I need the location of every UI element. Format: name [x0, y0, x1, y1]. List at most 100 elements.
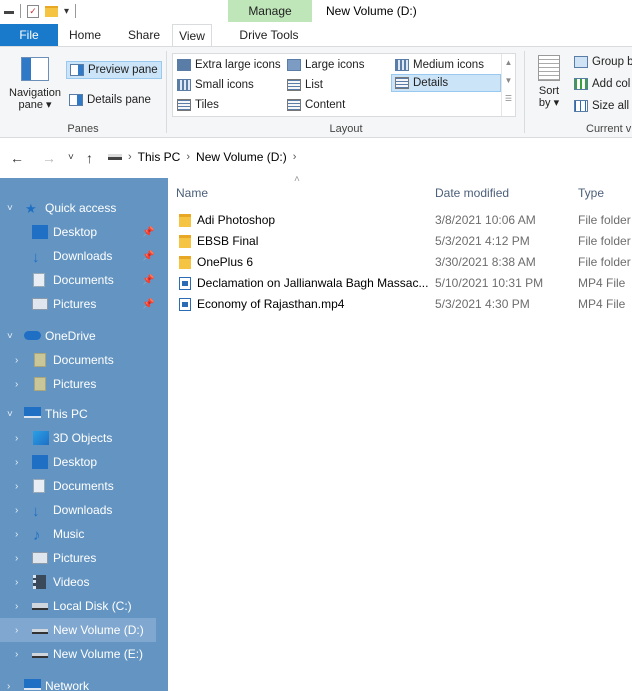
pin-icon[interactable]: 📌 [142, 227, 154, 238]
size-all-columns-button[interactable]: Size all [574, 97, 629, 115]
tab-drive-tools[interactable]: Drive Tools [230, 24, 308, 46]
navigation-pane-button[interactable]: Navigation pane ▾ [4, 53, 66, 119]
column-header-type[interactable]: Type [578, 186, 604, 200]
up-arrow-icon[interactable]: ↑ [86, 150, 93, 166]
small-icons-label: Small icons [195, 79, 254, 91]
nav-new-volume-d[interactable]: › New Volume (D:) [0, 618, 156, 642]
pin-icon[interactable]: 📌 [142, 251, 154, 262]
nav-quick-pictures[interactable]: Pictures 📌 [0, 292, 168, 316]
customize-toolbar-icon[interactable]: ▾ [64, 6, 69, 17]
tab-home[interactable]: Home [64, 24, 106, 46]
list-button[interactable]: List [287, 76, 323, 94]
download-arrow-icon: ↓ [32, 249, 40, 266]
medium-icons-button[interactable]: Medium icons [395, 56, 484, 74]
tiles-button[interactable]: Tiles [177, 96, 219, 114]
expanded-chevron-icon[interactable]: ˅ [7, 331, 13, 342]
chevron-right-icon[interactable]: › [293, 151, 297, 163]
preview-pane-button[interactable]: Preview pane [66, 61, 162, 79]
extra-large-icons-button[interactable]: Extra large icons [177, 56, 281, 74]
manage-contextual-tab[interactable]: Manage [228, 0, 312, 22]
collapsed-chevron-icon[interactable]: › [15, 355, 18, 366]
properties-icon[interactable]: ✓ [27, 4, 39, 18]
group-by-button[interactable]: Group b [574, 53, 632, 71]
collapsed-chevron-icon[interactable]: › [15, 481, 18, 492]
breadcrumb[interactable]: › This PC › New Volume (D:) › [108, 150, 296, 164]
current-view-group-label: Current v [586, 123, 632, 135]
tab-file[interactable]: File [0, 24, 58, 46]
pictures-icon [32, 298, 48, 310]
nav-new-volume-e[interactable]: › New Volume (E:) [0, 642, 168, 666]
nav-onedrive-documents[interactable]: › Documents [0, 348, 168, 372]
quick-access-toolbar: ✓ ▾ [4, 4, 77, 18]
nav-this-pc[interactable]: ˅ This PC [0, 402, 168, 426]
large-icons-button[interactable]: Large icons [287, 56, 364, 74]
small-icons-button[interactable]: Small icons [177, 76, 254, 94]
details-view-label: Details [413, 77, 449, 89]
scroll-down-icon[interactable]: ▼ [502, 72, 515, 90]
nav-videos[interactable]: › Videos [0, 570, 168, 594]
collapsed-chevron-icon[interactable]: › [15, 529, 18, 540]
collapsed-chevron-icon[interactable]: › [15, 457, 18, 468]
file-row[interactable]: Economy of Rajasthan.mp4 5/3/2021 4:30 P… [168, 294, 632, 315]
nav-documents[interactable]: › Documents [0, 474, 168, 498]
layout-gallery-scroller[interactable]: ▲ ▼ ☰ [501, 54, 515, 116]
collapsed-chevron-icon[interactable]: › [15, 625, 18, 636]
nav-quick-desktop[interactable]: Desktop 📌 [0, 220, 168, 244]
content-button[interactable]: Content [287, 96, 345, 114]
nav-downloads[interactable]: › ↓ Downloads [0, 498, 168, 522]
collapsed-chevron-icon[interactable]: › [15, 649, 18, 660]
collapsed-chevron-icon[interactable]: › [7, 681, 10, 691]
extra-large-icons-icon [177, 59, 191, 71]
nav-onedrive-pictures[interactable]: › Pictures [0, 372, 168, 396]
column-header-date-modified[interactable]: Date modified [435, 186, 509, 200]
chevron-right-icon[interactable]: › [186, 151, 190, 163]
expand-gallery-icon[interactable]: ☰ [502, 90, 515, 108]
preview-pane-label: Preview pane [88, 64, 158, 76]
navigation-pane: ˅ ★ Quick access Desktop 📌 ↓ Downloads 📌… [0, 178, 168, 691]
nav-3d-objects[interactable]: › 3D Objects [0, 426, 168, 450]
nav-local-disk-c[interactable]: › Local Disk (C:) [0, 594, 168, 618]
collapsed-chevron-icon[interactable]: › [15, 553, 18, 564]
nav-pictures[interactable]: › Pictures [0, 546, 168, 570]
tab-share[interactable]: Share [124, 24, 164, 46]
pin-icon[interactable]: 📌 [142, 275, 154, 286]
breadcrumb-new-volume-d[interactable]: New Volume (D:) [196, 150, 287, 164]
sort-by-button[interactable]: Sort by ▾ [532, 53, 566, 119]
window-icon [4, 8, 14, 14]
scroll-up-icon[interactable]: ▲ [502, 54, 515, 72]
file-row[interactable]: Declamation on Jallianwala Bagh Massac..… [168, 273, 632, 294]
breadcrumb-this-pc[interactable]: This PC [138, 150, 181, 164]
file-row[interactable]: Adi Photoshop 3/8/2021 10:06 AM File fol… [168, 210, 632, 231]
windows-drive-icon [32, 603, 48, 610]
nav-network[interactable]: › Network [0, 674, 168, 691]
nav-desktop[interactable]: › Desktop [0, 450, 168, 474]
pin-icon[interactable]: 📌 [142, 299, 154, 310]
details-pane-button[interactable]: Details pane [69, 91, 151, 109]
expanded-chevron-icon[interactable]: ˅ [7, 203, 13, 214]
nav-quick-documents[interactable]: Documents 📌 [0, 268, 168, 292]
desktop-icon [32, 455, 48, 469]
layout-gallery: Extra large icons Large icons Medium ico… [172, 53, 516, 117]
forward-arrow-icon[interactable]: → [42, 150, 56, 166]
collapsed-chevron-icon[interactable]: › [15, 379, 18, 390]
nav-music[interactable]: › ♪ Music [0, 522, 168, 546]
chevron-right-icon[interactable]: › [128, 151, 132, 163]
back-arrow-icon[interactable]: ← [10, 150, 24, 166]
file-row[interactable]: OnePlus 6 3/30/2021 8:38 AM File folder [168, 252, 632, 273]
add-columns-button[interactable]: Add col [574, 75, 630, 93]
column-header-name[interactable]: Name [176, 186, 208, 200]
file-row[interactable]: EBSB Final 5/3/2021 4:12 PM File folder [168, 231, 632, 252]
nav-onedrive[interactable]: ˅ OneDrive [0, 324, 168, 348]
new-folder-icon[interactable] [45, 5, 58, 17]
nav-quick-downloads[interactable]: ↓ Downloads 📌 [0, 244, 168, 268]
details-view-button[interactable]: Details [391, 74, 501, 92]
expanded-chevron-icon[interactable]: ˅ [7, 409, 13, 420]
collapsed-chevron-icon[interactable]: › [15, 577, 18, 588]
collapsed-chevron-icon[interactable]: › [15, 601, 18, 612]
tab-view[interactable]: View [172, 24, 212, 46]
add-columns-icon [574, 78, 588, 90]
collapsed-chevron-icon[interactable]: › [15, 433, 18, 444]
nav-quick-access[interactable]: ˅ ★ Quick access [0, 196, 168, 220]
collapsed-chevron-icon[interactable]: › [15, 505, 18, 516]
recent-locations-icon[interactable]: ˅ [68, 152, 74, 163]
